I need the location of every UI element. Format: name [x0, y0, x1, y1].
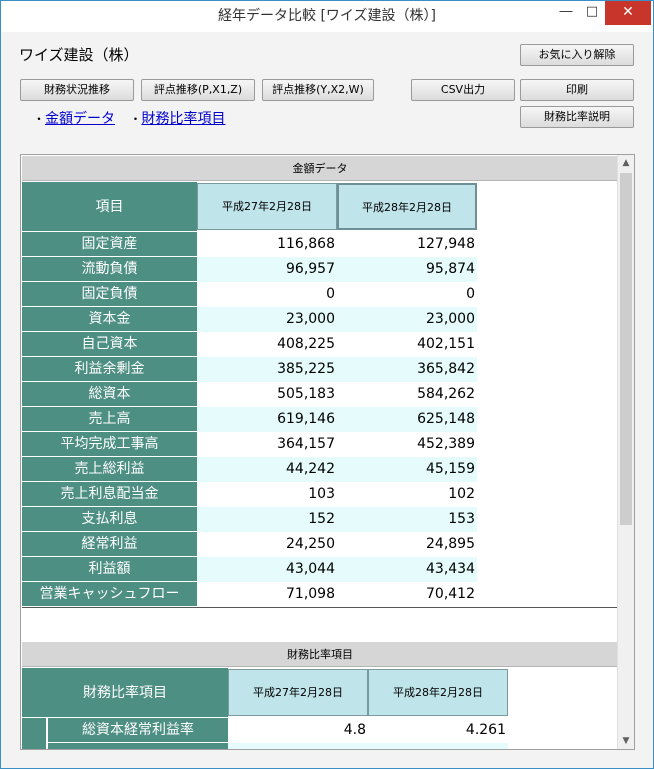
amount-row-label: 経常利益 — [22, 532, 197, 557]
amount-row-label: 利益額 — [22, 557, 197, 582]
ratio-period-header[interactable]: 平成27年2月28日 — [228, 669, 368, 716]
section-links: ・金額データ ・財務比率項目 — [33, 108, 225, 128]
amount-value-cell: 505,183 — [197, 382, 337, 407]
amount-row-label: 資本金 — [22, 307, 197, 332]
amount-value-cell: 24,250 — [197, 532, 337, 557]
amount-period-header[interactable]: 平成27年2月28日 — [197, 183, 337, 230]
maximize-button[interactable]: □ — [579, 1, 605, 25]
company-name: ワイズ建設（株） — [19, 46, 139, 64]
amount-value-cell: 402,151 — [337, 332, 477, 357]
ratio-row-label — [48, 743, 228, 749]
amount-row-label: 平均完成工事高 — [22, 432, 197, 457]
amount-value-cell: 364,157 — [197, 432, 337, 457]
amount-item-header: 項目 — [22, 182, 197, 232]
amount-row-label: 自己資本 — [22, 332, 197, 357]
minimize-button[interactable]: ― — [553, 1, 579, 25]
link-bullet: ・ — [129, 112, 142, 126]
favorite-remove-button[interactable]: お気に入り解除 — [520, 44, 634, 66]
ratio-value-cell: 4.261 — [368, 718, 508, 743]
amount-value-cell: 43,434 — [337, 557, 477, 582]
amount-value-cell: 96,957 — [197, 257, 337, 282]
amount-value-cell: 95,874 — [337, 257, 477, 282]
scroll-up-icon[interactable]: ▲ — [618, 155, 634, 171]
amount-value-cell: 24,895 — [337, 532, 477, 557]
amount-value-cell: 71,098 — [197, 582, 337, 607]
amount-period-header[interactable]: 平成28年2月28日 — [337, 183, 477, 230]
amount-value-cell: 408,225 — [197, 332, 337, 357]
amount-value-cell: 23,000 — [197, 307, 337, 332]
amount-value-cell: 103 — [197, 482, 337, 507]
scroll-thumb[interactable] — [620, 173, 632, 525]
amount-value-cell: 44,242 — [197, 457, 337, 482]
amount-value-cell: 385,225 — [197, 357, 337, 382]
amount-value-cell: 127,948 — [337, 232, 477, 257]
financial-trend-button[interactable]: 財務状況推移 — [20, 79, 134, 101]
amount-value-cell: 23,000 — [337, 307, 477, 332]
ratio-explain-button[interactable]: 財務比率説明 — [520, 106, 634, 128]
amount-row-label: 営業キャッシュフロー — [22, 582, 197, 607]
ratio-section-header: 財務比率項目 — [22, 642, 618, 667]
amount-value-cell: 619,146 — [197, 407, 337, 432]
ratio-value-cell: 4.8 — [228, 718, 368, 743]
amount-row-label: 総資本 — [22, 382, 197, 407]
print-button[interactable]: 印刷 — [520, 79, 634, 101]
amount-value-cell: 102 — [337, 482, 477, 507]
amount-row-label: 売上高 — [22, 407, 197, 432]
ratio-row-label: 総資本経常利益率 — [48, 718, 228, 743]
ratio-item-header: 財務比率項目 — [22, 668, 228, 718]
amount-row-label: 売上総利益 — [22, 457, 197, 482]
scroll-down-icon[interactable]: ▼ — [618, 733, 634, 749]
ratio-group-cell — [22, 718, 46, 749]
amount-row-label: 利益余剰金 — [22, 357, 197, 382]
amount-row-label: 固定資産 — [22, 232, 197, 257]
amount-value-cell: 0 — [337, 282, 477, 307]
table-divider — [22, 607, 618, 608]
app-window: 経年データ比較 [ワイズ建設（株）] ― □ ✕ ワイズ建設（株） お気に入り解… — [0, 0, 654, 769]
amount-value-cell: 70,412 — [337, 582, 477, 607]
score-pxz-button[interactable]: 評点推移(P,X1,Z) — [141, 79, 255, 101]
amount-row-label: 固定負債 — [22, 282, 197, 307]
ratio-items-link[interactable]: 財務比率項目 — [141, 111, 225, 127]
amount-value-cell: 452,389 — [337, 432, 477, 457]
link-bullet: ・ — [33, 112, 46, 126]
data-scroll-area[interactable]: 金額データ 項目 平成27年2月28日 平成28年2月28日 固定資産 116,8… — [20, 154, 635, 750]
amount-value-cell: 625,148 — [337, 407, 477, 432]
amount-row-label: 売上利息配当金 — [22, 482, 197, 507]
amount-value-cell: 153 — [337, 507, 477, 532]
amount-data-link[interactable]: 金額データ — [45, 111, 115, 127]
close-button[interactable]: ✕ — [605, 1, 651, 25]
amount-row-label: 支払利息 — [22, 507, 197, 532]
amount-value-cell: 152 — [197, 507, 337, 532]
ratio-value-cell — [228, 743, 508, 749]
amount-value-cell: 0 — [197, 282, 337, 307]
csv-export-button[interactable]: CSV出力 — [411, 79, 515, 101]
amount-value-cell: 365,842 — [337, 357, 477, 382]
ratio-period-header[interactable]: 平成28年2月28日 — [368, 669, 508, 716]
amount-value-cell: 45,159 — [337, 457, 477, 482]
vertical-scrollbar[interactable]: ▲ ▼ — [617, 155, 634, 749]
amount-section-header: 金額データ — [22, 156, 618, 181]
score-yxw-button[interactable]: 評点推移(Y,X2,W) — [262, 79, 374, 101]
title-bar: 経年データ比較 [ワイズ建設（株）] ― □ ✕ — [1, 1, 653, 32]
amount-value-cell: 116,868 — [197, 232, 337, 257]
amount-value-cell: 584,262 — [337, 382, 477, 407]
amount-row-label: 流動負債 — [22, 257, 197, 282]
amount-value-cell: 43,044 — [197, 557, 337, 582]
